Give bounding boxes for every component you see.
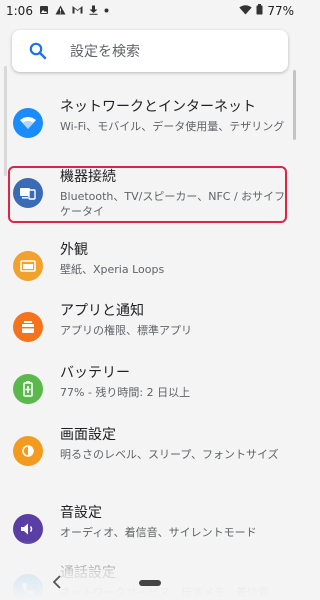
- wallpaper-icon: [13, 251, 43, 281]
- settings-item-title: アプリと通知: [60, 303, 144, 319]
- home-pill[interactable]: [139, 580, 161, 586]
- wifi-icon: [239, 4, 253, 18]
- settings-item-subtitle: オーディオ、着信音、サイレントモード: [60, 526, 257, 539]
- settings-list: ネットワークとインターネット Wi-Fi、モバイル、データ使用量、テザリング 機…: [0, 86, 300, 600]
- settings-item-appearance[interactable]: 外観 壁紙、Xperia Loops: [0, 241, 300, 301]
- battery-icon: [256, 4, 263, 18]
- settings-item-subtitle: アプリの権限、標準アプリ: [60, 324, 192, 337]
- navigation-bar: [0, 566, 300, 600]
- settings-item-network[interactable]: ネットワークとインターネット Wi-Fi、モバイル、データ使用量、テザリング: [0, 98, 300, 158]
- gmail-icon: [72, 5, 83, 17]
- settings-item-subtitle: 77% - 残り時間: 2 日以上: [60, 386, 191, 399]
- back-icon[interactable]: [52, 574, 62, 593]
- wifi-icon: [13, 108, 43, 138]
- selection-highlight: [8, 166, 287, 223]
- warning-icon: [55, 5, 66, 18]
- settings-item-title: 画面設定: [60, 427, 116, 443]
- settings-item-title: 音設定: [60, 505, 102, 521]
- sound-icon: [13, 514, 43, 544]
- settings-item-title: 外観: [60, 242, 88, 258]
- image-icon: [39, 5, 49, 18]
- settings-item-sound[interactable]: 音設定 オーディオ、着信音、サイレントモード: [0, 504, 300, 564]
- battery-percent: 77%: [267, 4, 294, 18]
- download-icon: [89, 5, 98, 18]
- status-time: 1:06: [6, 4, 33, 18]
- settings-item-subtitle: 壁紙、Xperia Loops: [60, 263, 165, 276]
- settings-item-display[interactable]: 画面設定 明るさのレベル、スリープ、フォントサイズ: [0, 426, 300, 486]
- settings-item-subtitle: Wi-Fi、モバイル、データ使用量、テザリング: [60, 120, 285, 133]
- display-icon: [13, 436, 43, 466]
- apps-icon: [13, 312, 43, 342]
- search-icon: [29, 42, 47, 60]
- settings-item-title: バッテリー: [60, 365, 130, 381]
- battery-icon: [13, 374, 43, 404]
- settings-item-subtitle: 明るさのレベル、スリープ、フォントサイズ: [60, 448, 279, 461]
- settings-item-battery[interactable]: バッテリー 77% - 残り時間: 2 日以上: [0, 364, 300, 424]
- search-bar[interactable]: 設定を検索: [12, 30, 288, 72]
- settings-item-apps-notifications[interactable]: アプリと通知 アプリの権限、標準アプリ: [0, 302, 300, 362]
- search-placeholder: 設定を検索: [70, 44, 140, 60]
- status-bar: 1:06 77%: [0, 0, 300, 22]
- settings-item-title: ネットワークとインターネット: [60, 99, 256, 115]
- dot-icon: [104, 6, 109, 16]
